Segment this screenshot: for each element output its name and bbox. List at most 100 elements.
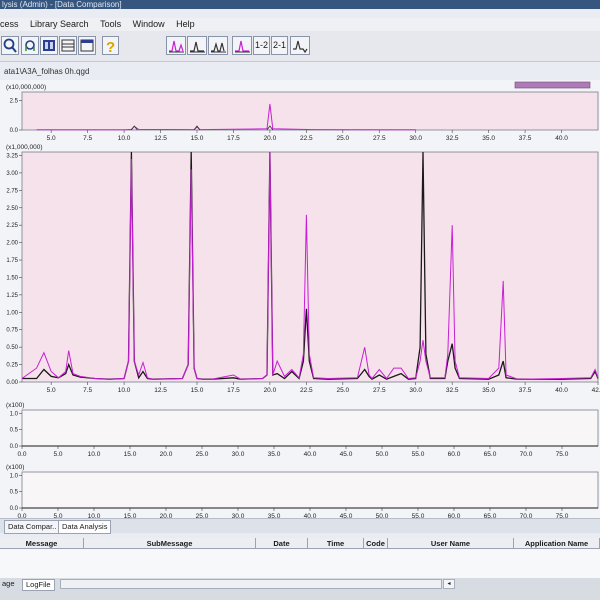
chart-0-x-tick-label: 25.0 <box>336 135 349 142</box>
chart-2-x-tick-label: 20.0 <box>160 451 173 458</box>
tile-button[interactable] <box>208 36 228 55</box>
difference-button[interactable] <box>290 36 310 55</box>
log-col-application-name[interactable]: Application Name <box>514 538 600 549</box>
spectrum-search-button[interactable] <box>21 36 39 55</box>
chart-2-x-tick-label: 35.0 <box>268 451 281 458</box>
chart-3-y-tick-label: 1.0 <box>10 473 19 479</box>
chart-3-scale-label: (x100) <box>6 464 24 471</box>
subtract-2-1-button[interactable]: 2-1 <box>271 36 288 55</box>
chart-2-x-tick-label: 45.0 <box>340 451 353 458</box>
chart-2-x-tick-label: 10.0 <box>88 451 101 458</box>
chart-0-x-tick-label: 12.5 <box>154 135 167 142</box>
tab-logfile[interactable]: LogFile <box>22 579 55 591</box>
menu-item-process[interactable]: cess <box>0 18 19 31</box>
log-col-message[interactable]: Message <box>0 538 84 549</box>
chart-1-scale-label: (x1,000,000) <box>6 144 43 151</box>
chart-1-y-tick-label: 1.00 <box>6 310 18 316</box>
view-tab-bar: Data Compar.. Data Analysis <box>0 518 600 534</box>
chart-1-x-tick-label: 17.5 <box>227 387 240 394</box>
chart-2-y-tick-label: 0.5 <box>10 428 19 434</box>
chart-0-x-tick-label: 20.0 <box>264 135 277 142</box>
menu-item-help[interactable]: Help <box>176 18 195 31</box>
view-range-bar <box>514 81 591 89</box>
chart-2-scale-label: (x100) <box>6 402 24 409</box>
chart-1-x-tick-label: 25.0 <box>336 387 349 394</box>
tab-data-comparison-label: Data Compar.. <box>8 522 57 531</box>
spectrum-search-icon <box>25 40 35 51</box>
chart-1-x-tick-label: 37.5 <box>519 387 532 394</box>
menu-bar: cess Library Search Tools Window Help <box>0 18 600 31</box>
stack-button[interactable] <box>187 36 207 55</box>
log-tab-bar: age LogFile ◂ <box>0 578 600 600</box>
scroll-left-icon[interactable]: ◂ <box>443 579 455 589</box>
chart-0-x-tick-label: 40.0 <box>555 135 568 142</box>
layout-b-button[interactable] <box>59 36 77 55</box>
stacked-chromatogram-icon <box>190 41 205 53</box>
chart-0-x-tick-label: 37.5 <box>519 135 532 142</box>
menu-item-tools[interactable]: Tools <box>100 18 121 31</box>
chart-1-x-tick-label: 30.0 <box>409 387 422 394</box>
log-col-submessage[interactable]: SubMessage <box>84 538 256 549</box>
tab-data-comparison[interactable]: Data Compar.. <box>4 520 61 534</box>
chart-1-y-tick-label: 2.50 <box>6 206 18 212</box>
chromatogram-panel: (x10,000,000) 5.0 7.5 10.0 12.5 15.0 17.5 20.0 2… <box>0 80 600 520</box>
chart-1-x-tick-label: 42.5 <box>592 387 600 394</box>
menu-item-window[interactable]: Window <box>133 18 165 31</box>
chart-0-x-tick-label: 17.5 <box>227 135 240 142</box>
file-tab-label: ata1\A3A_folhas 0h.qgd <box>4 67 90 76</box>
help-button[interactable]: ? <box>102 36 119 55</box>
chart-2-x-tick-label: 50.0 <box>376 451 389 458</box>
window-icon <box>80 39 94 52</box>
file-tab[interactable]: ata1\A3A_folhas 0h.qgd <box>0 66 93 78</box>
layout-a-button[interactable] <box>40 36 58 55</box>
tab-data-analysis[interactable]: Data Analysis <box>58 520 112 534</box>
chart-1-x-tick-label: 27.5 <box>373 387 386 394</box>
layout-rows-icon <box>61 39 75 52</box>
magnifier-icon <box>3 38 17 53</box>
chart-0-x-tick-label: 10.0 <box>118 135 131 142</box>
peak-button[interactable] <box>232 36 252 55</box>
chart-1-y-tick-label: 2.00 <box>6 241 18 247</box>
log-col-time[interactable]: Time <box>308 538 364 549</box>
chart-2-x-tick-label: 55.0 <box>412 451 425 458</box>
chart-1-x-tick-label: 32.5 <box>446 387 459 394</box>
chart-3-y-tick-label: 0.5 <box>10 490 19 496</box>
chart-1-y-tick-label: 0.25 <box>6 363 18 369</box>
chart-1-y-tick-label: 3.25 <box>6 153 18 159</box>
menu-item-library-search[interactable]: Library Search <box>30 18 89 31</box>
chart-0-plot-area <box>21 91 599 131</box>
chart-0-x-tick-label: 27.5 <box>373 135 386 142</box>
chart-1-x-tick-label: 10.0 <box>118 387 131 394</box>
chart-1-y-tick-label: 0.50 <box>6 345 18 351</box>
chart-0-x-tick-label: 7.5 <box>83 135 92 142</box>
chart-1-y-tick-label: 1.25 <box>6 293 18 299</box>
log-col-date[interactable]: Date <box>256 538 308 549</box>
chart-1-x-tick-label: 35.0 <box>482 387 495 394</box>
difference-icon <box>293 40 308 54</box>
horizontal-scrollbar[interactable] <box>60 579 442 589</box>
chart-2-x-tick-label: 30.0 <box>232 451 245 458</box>
log-col-user-name[interactable]: User Name <box>388 538 514 549</box>
layout-columns-icon <box>43 40 55 51</box>
subtract-1-2-button[interactable]: 1-2 <box>253 36 270 55</box>
chart-2-x-tick-label: 25.0 <box>196 451 209 458</box>
log-col-code[interactable]: Code <box>364 538 388 549</box>
overlay-button[interactable] <box>166 36 186 55</box>
chart-1-y-tick-label: 1.75 <box>6 258 18 264</box>
log-table: Message SubMessage Date Time Code User N… <box>0 538 600 578</box>
chart-2-x-tick-label: 65.0 <box>484 451 497 458</box>
tab-page[interactable]: age <box>2 579 15 589</box>
layout-c-button[interactable] <box>78 36 96 55</box>
chart-0-x-tick-label: 35.0 <box>482 135 495 142</box>
chart-1-x-tick-label: 40.0 <box>555 387 568 394</box>
chart-1-x-tick-label: 15.0 <box>191 387 204 394</box>
chart-1-y-tick-label: 0.00 <box>6 380 18 386</box>
chart-1-x-tick-label: 12.5 <box>154 387 167 394</box>
chart-0-y-tick-label: 0.0 <box>10 128 19 134</box>
chart-0-x-tick-label: 15.0 <box>191 135 204 142</box>
chromatogram-charts: (x10,000,000) 5.0 7.5 10.0 12.5 15.0 17.5 20.0 2… <box>6 81 600 520</box>
chart-2-plot-area <box>21 409 599 447</box>
chart-2-x-tick-label: 15.0 <box>124 451 137 458</box>
tab-data-analysis-label: Data Analysis <box>62 522 108 531</box>
zoom-search-button[interactable] <box>1 36 19 55</box>
